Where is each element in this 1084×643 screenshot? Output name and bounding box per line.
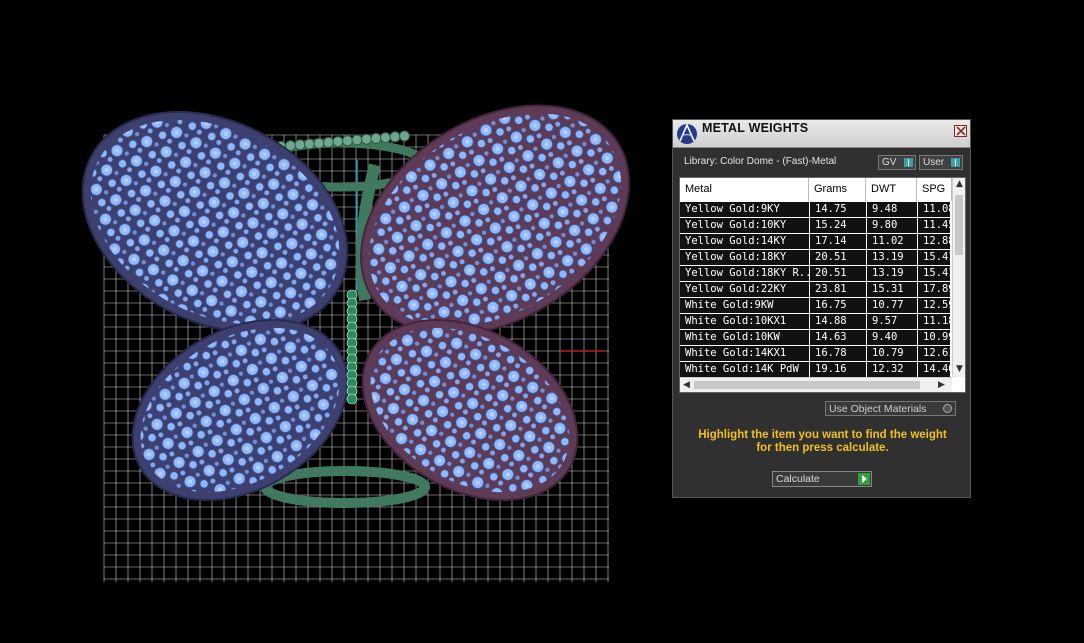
dwt-cell: 9.48 xyxy=(866,202,917,217)
spg-cell: 15.41 xyxy=(917,250,957,265)
user-toggle-label: User xyxy=(923,157,945,168)
toggle-indicator-icon xyxy=(951,158,960,167)
spg-cell: 11.45 xyxy=(917,218,957,233)
table-row[interactable]: White Gold:10KW 14.63 9.40 10.99 xyxy=(680,330,955,346)
panel-titlebar[interactable]: METAL WEIGHTS xyxy=(673,120,970,148)
column-header-spg[interactable]: SPG xyxy=(917,178,952,201)
dwt-cell: 9.80 xyxy=(866,218,917,233)
grams-cell: 15.24 xyxy=(809,218,866,233)
table-row[interactable]: White Gold:14K PdW 19.16 12.32 14.40 xyxy=(680,362,955,378)
spg-cell: 12.61 xyxy=(917,346,957,361)
scroll-up-icon[interactable]: ▲ xyxy=(956,179,963,189)
metal-cell: White Gold:9KW xyxy=(685,299,774,311)
scroll-down-icon[interactable]: ▼ xyxy=(956,364,963,374)
table-body: Yellow Gold:9KY 14.75 9.48 11.08 Yellow Gold… xyxy=(680,202,955,378)
calculate-button-label: Calculate xyxy=(776,473,820,485)
table-row[interactable]: White Gold:9KW 16.75 10.77 12.59 xyxy=(680,298,955,314)
calculate-button[interactable]: Calculate xyxy=(772,471,872,487)
metal-table[interactable]: Metal Grams DWT SPG Yellow Gold:9KY 14.75… xyxy=(679,177,966,393)
scroll-left-icon[interactable]: ◀ xyxy=(683,380,690,390)
dwt-cell: 10.79 xyxy=(866,346,917,361)
column-header-metal[interactable]: Metal xyxy=(680,178,809,201)
spg-cell: 17.89 xyxy=(917,282,957,297)
metal-cell: White Gold:14KX1 xyxy=(685,347,787,359)
metal-weights-panel: METAL WEIGHTS Library: Color Dome - (Fas… xyxy=(672,119,971,498)
use-object-materials-toggle[interactable]: Use Object Materials xyxy=(825,401,956,416)
library-label: Library: Color Dome - (Fast)-Metal xyxy=(684,156,837,167)
close-button[interactable] xyxy=(954,125,967,137)
vertical-scroll-thumb[interactable] xyxy=(955,195,963,255)
dwt-cell: 13.19 xyxy=(866,266,917,281)
dwt-cell: 11.02 xyxy=(866,234,917,249)
spg-cell: 11.08 xyxy=(917,202,957,217)
play-arrow-icon xyxy=(858,473,870,485)
metal-cell: Yellow Gold:18KY R... xyxy=(685,267,809,279)
scroll-right-icon[interactable]: ▶ xyxy=(938,380,945,390)
dwt-cell: 9.57 xyxy=(866,314,917,329)
grams-cell: 14.63 xyxy=(809,330,866,345)
dwt-cell: 13.19 xyxy=(866,250,917,265)
spg-cell: 12.59 xyxy=(917,298,957,313)
use-object-materials-label: Use Object Materials xyxy=(829,403,927,415)
grams-cell: 16.75 xyxy=(809,298,866,313)
table-row[interactable]: Yellow Gold:10KY 15.24 9.80 11.45 xyxy=(680,218,955,234)
spg-cell: 15.41 xyxy=(917,266,957,281)
table-row[interactable]: Yellow Gold:18KY 20.51 13.19 15.41 xyxy=(680,250,955,266)
metal-cell: White Gold:14K PdW xyxy=(685,363,799,375)
3d-viewport[interactable] xyxy=(0,0,660,643)
grams-cell: 19.16 xyxy=(809,362,866,377)
instruction-line-2: for then press calculate. xyxy=(756,442,889,454)
metal-cell: Yellow Gold:18KY xyxy=(685,251,787,263)
dwt-cell: 15.31 xyxy=(866,282,917,297)
close-icon xyxy=(956,126,966,136)
metal-cell: Yellow Gold:22KY xyxy=(685,283,787,295)
grams-cell: 20.51 xyxy=(809,266,866,281)
metal-cell: Yellow Gold:10KY xyxy=(685,219,787,231)
butterfly-render xyxy=(81,104,630,582)
table-header: Metal Grams DWT SPG xyxy=(680,178,965,202)
dwt-cell: 9.40 xyxy=(866,330,917,345)
column-header-dwt[interactable]: DWT xyxy=(866,178,917,201)
column-header-grams[interactable]: Grams xyxy=(809,178,866,201)
grams-cell: 16.78 xyxy=(809,346,866,361)
horizontal-scrollbar[interactable]: ◀ ▶ xyxy=(680,377,952,392)
left-upper-wing xyxy=(81,110,349,334)
spg-cell: 10.99 xyxy=(917,330,957,345)
grams-cell: 14.88 xyxy=(809,314,866,329)
spg-cell: 14.40 xyxy=(917,362,957,377)
metal-cell: Yellow Gold:9KY xyxy=(685,203,780,215)
table-row[interactable]: Yellow Gold:14KY 17.14 11.02 12.88 xyxy=(680,234,955,250)
spg-cell: 11.18 xyxy=(917,314,957,329)
gv-toggle-label: GV xyxy=(882,157,897,168)
grams-cell: 14.75 xyxy=(809,202,866,217)
app-logo-icon xyxy=(675,121,699,145)
radio-knob-icon xyxy=(943,404,952,413)
grams-cell: 20.51 xyxy=(809,250,866,265)
table-row[interactable]: White Gold:14KX1 16.78 10.79 12.61 xyxy=(680,346,955,362)
grams-cell: 23.81 xyxy=(809,282,866,297)
metal-cell: White Gold:10KW xyxy=(685,331,780,343)
toggle-indicator-icon xyxy=(904,158,913,167)
user-toggle[interactable]: User xyxy=(919,155,963,170)
butterfly-body xyxy=(346,289,358,405)
metal-cell: Yellow Gold:14KY xyxy=(685,235,787,247)
horizontal-scroll-thumb[interactable] xyxy=(694,381,920,389)
dwt-cell: 12.32 xyxy=(866,362,917,377)
gv-toggle[interactable]: GV xyxy=(878,155,916,170)
instruction-text: Highlight the item you want to find the … xyxy=(681,429,964,455)
vertical-scrollbar[interactable]: ▲ ▼ xyxy=(952,178,965,377)
table-row[interactable]: Yellow Gold:22KY 23.81 15.31 17.89 xyxy=(680,282,955,298)
table-row[interactable]: Yellow Gold:18KY R... 20.51 13.19 15.41 xyxy=(680,266,955,282)
instruction-line-1: Highlight the item you want to find the … xyxy=(698,429,947,441)
panel-title: METAL WEIGHTS xyxy=(702,121,809,135)
metal-cell: White Gold:10KX1 xyxy=(685,315,787,327)
table-row[interactable]: Yellow Gold:9KY 14.75 9.48 11.08 xyxy=(680,202,955,218)
grams-cell: 17.14 xyxy=(809,234,866,249)
dwt-cell: 10.77 xyxy=(866,298,917,313)
table-row[interactable]: White Gold:10KX1 14.88 9.57 11.18 xyxy=(680,314,955,330)
spg-cell: 12.88 xyxy=(917,234,957,249)
